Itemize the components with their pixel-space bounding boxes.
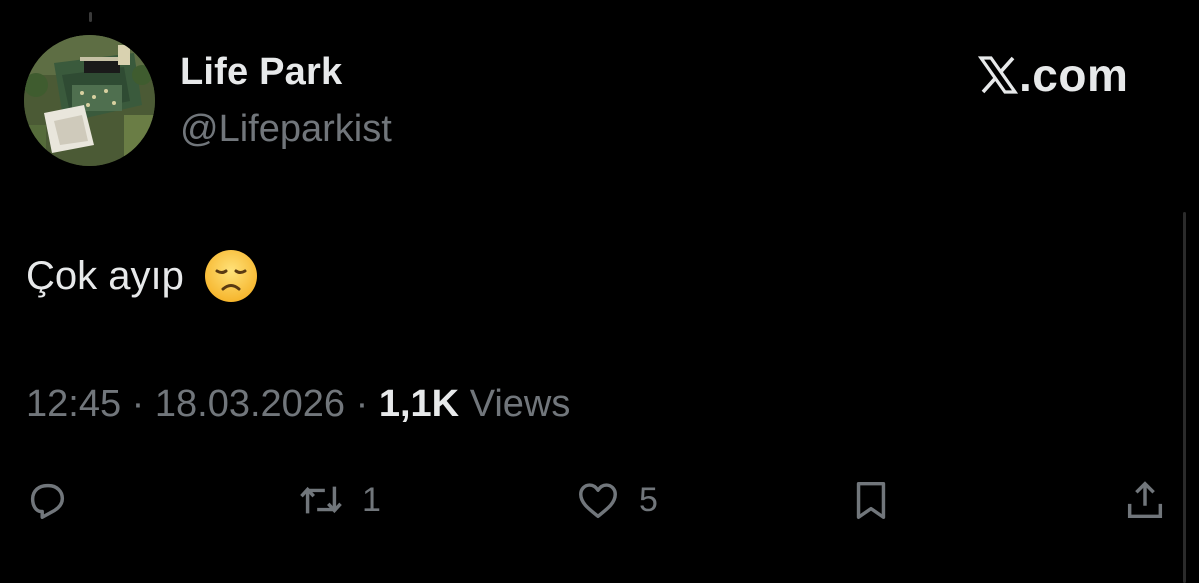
author-handle[interactable]: @Lifeparkist [180, 108, 392, 151]
avatar[interactable] [24, 35, 155, 166]
views-label[interactable]: Views [470, 383, 571, 425]
x-logo-icon [978, 56, 1018, 94]
brand-domain: .com [1019, 49, 1129, 101]
reply-button[interactable] [24, 475, 70, 525]
retweet-button[interactable]: 1 [298, 475, 381, 525]
tweet-date[interactable]: 18.03.2026 [155, 383, 345, 425]
share-button[interactable] [1122, 475, 1168, 525]
meta-separator: · [131, 383, 145, 425]
brand-logo: .com [978, 50, 1128, 100]
author-display-name[interactable]: Life Park [180, 51, 342, 94]
bookmark-button[interactable] [848, 475, 894, 525]
retweet-count: 1 [362, 480, 381, 519]
meta-separator: · [355, 383, 369, 425]
tweet-time[interactable]: 12:45 [26, 383, 121, 425]
tweet-body: Çok ayıp [26, 249, 258, 303]
like-count: 5 [639, 480, 658, 519]
tweet-meta: 12:45 · 18.03.2026 · 1,1K Views [26, 383, 570, 426]
scrollbar[interactable] [1183, 212, 1186, 583]
disappointed-face-emoji [204, 250, 257, 302]
retweet-icon [300, 486, 342, 514]
like-button[interactable]: 5 [575, 475, 658, 525]
share-icon [1127, 481, 1163, 519]
reply-icon [30, 483, 65, 519]
heart-icon [579, 483, 617, 519]
top-divider-mark [89, 12, 92, 22]
tweet-screenshot: Life Park @Lifeparkist .com Çok ayıp 12:… [0, 0, 1199, 583]
tweet-text: Çok ayıp [26, 253, 184, 298]
bookmark-icon [856, 481, 886, 519]
views-count[interactable]: 1,1K [379, 383, 459, 425]
avatar-image [24, 35, 155, 166]
